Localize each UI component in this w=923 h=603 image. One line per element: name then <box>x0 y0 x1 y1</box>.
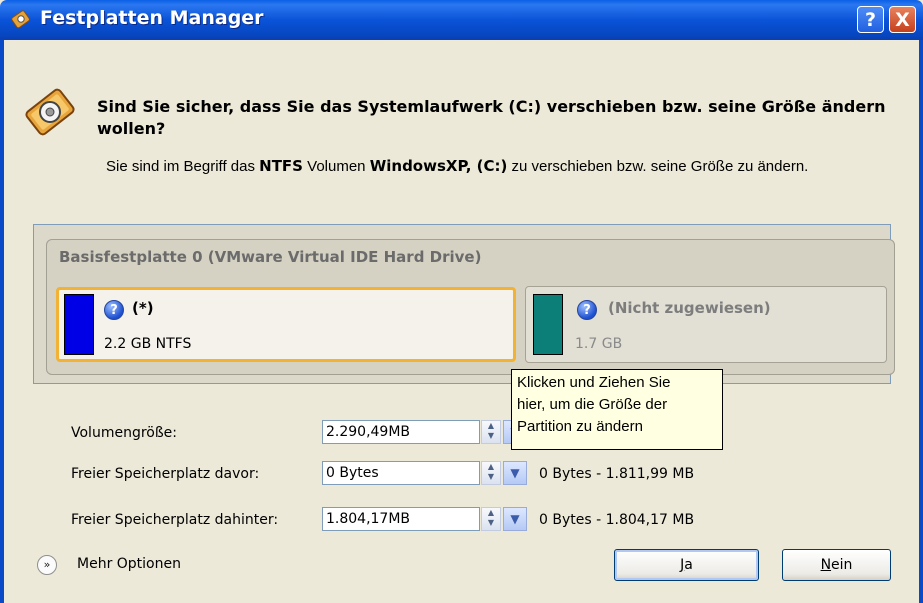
free-after-spinner[interactable]: ▲ ▼ <box>481 507 501 531</box>
help-icon[interactable]: ? <box>104 300 124 320</box>
title-bar: Festplatten Manager ? X <box>0 0 923 40</box>
free-after-dropdown[interactable]: ▼ <box>503 507 527 531</box>
help-icon[interactable]: ? <box>577 300 597 320</box>
free-before-spinner[interactable]: ▲ ▼ <box>481 461 501 485</box>
volume-name: WindowsXP, (C:) <box>369 157 508 175</box>
free-after-input[interactable]: 1.804,17MB <box>322 507 480 531</box>
disk-manager-icon <box>11 10 30 29</box>
disk-warning-icon <box>25 88 75 136</box>
resize-tooltip: Klicken und Ziehen Sie hier, um die Größ… <box>511 369 723 450</box>
filesystem-name: NTFS <box>259 157 303 175</box>
volume-size-input[interactable]: 2.290,49MB <box>322 420 480 444</box>
partition-c-size: 2.2 GB NTFS <box>104 336 192 352</box>
help-button[interactable]: ? <box>857 6 884 33</box>
more-options-link[interactable]: Mehr Optionen <box>77 556 181 572</box>
no-button[interactable]: Nein <box>782 549 891 581</box>
confirmation-question: Sind Sie sicher, dass Sie das Systemlauf… <box>97 97 886 138</box>
free-after-label: Freier Speicherplatz dahinter: <box>71 512 279 528</box>
unallocated-size: 1.7 GB <box>575 336 623 352</box>
free-before-dropdown[interactable]: ▼ <box>503 461 527 485</box>
window-title: Festplatten Manager <box>40 7 264 29</box>
window-frame-right <box>919 40 923 603</box>
unallocated-label: (Nicht zugewiesen) <box>608 299 771 317</box>
volume-size-label: Volumengröße: <box>71 425 177 441</box>
info-text: Sie sind im Begriff das NTFS Volumen Win… <box>106 157 809 175</box>
free-after-range: 0 Bytes - 1.804,17 MB <box>539 512 695 528</box>
window-frame-left <box>0 40 4 603</box>
free-before-label: Freier Speicherplatz davor: <box>71 466 260 482</box>
free-before-range: 0 Bytes - 1.811,99 MB <box>539 466 695 482</box>
unallocated-bar <box>533 294 563 355</box>
free-before-input[interactable]: 0 Bytes <box>322 461 480 485</box>
close-button[interactable]: X <box>889 6 916 33</box>
volume-size-spinner[interactable]: ▲ ▼ <box>481 420 501 444</box>
expand-chevron-icon[interactable]: » <box>37 555 57 575</box>
disk-title: Basisfestplatte 0 (VMware Virtual IDE Ha… <box>59 248 482 266</box>
partition-c-usage-bar <box>64 294 94 355</box>
yes-button[interactable]: Ja <box>614 549 759 581</box>
partition-c-label: (*) <box>132 299 154 317</box>
